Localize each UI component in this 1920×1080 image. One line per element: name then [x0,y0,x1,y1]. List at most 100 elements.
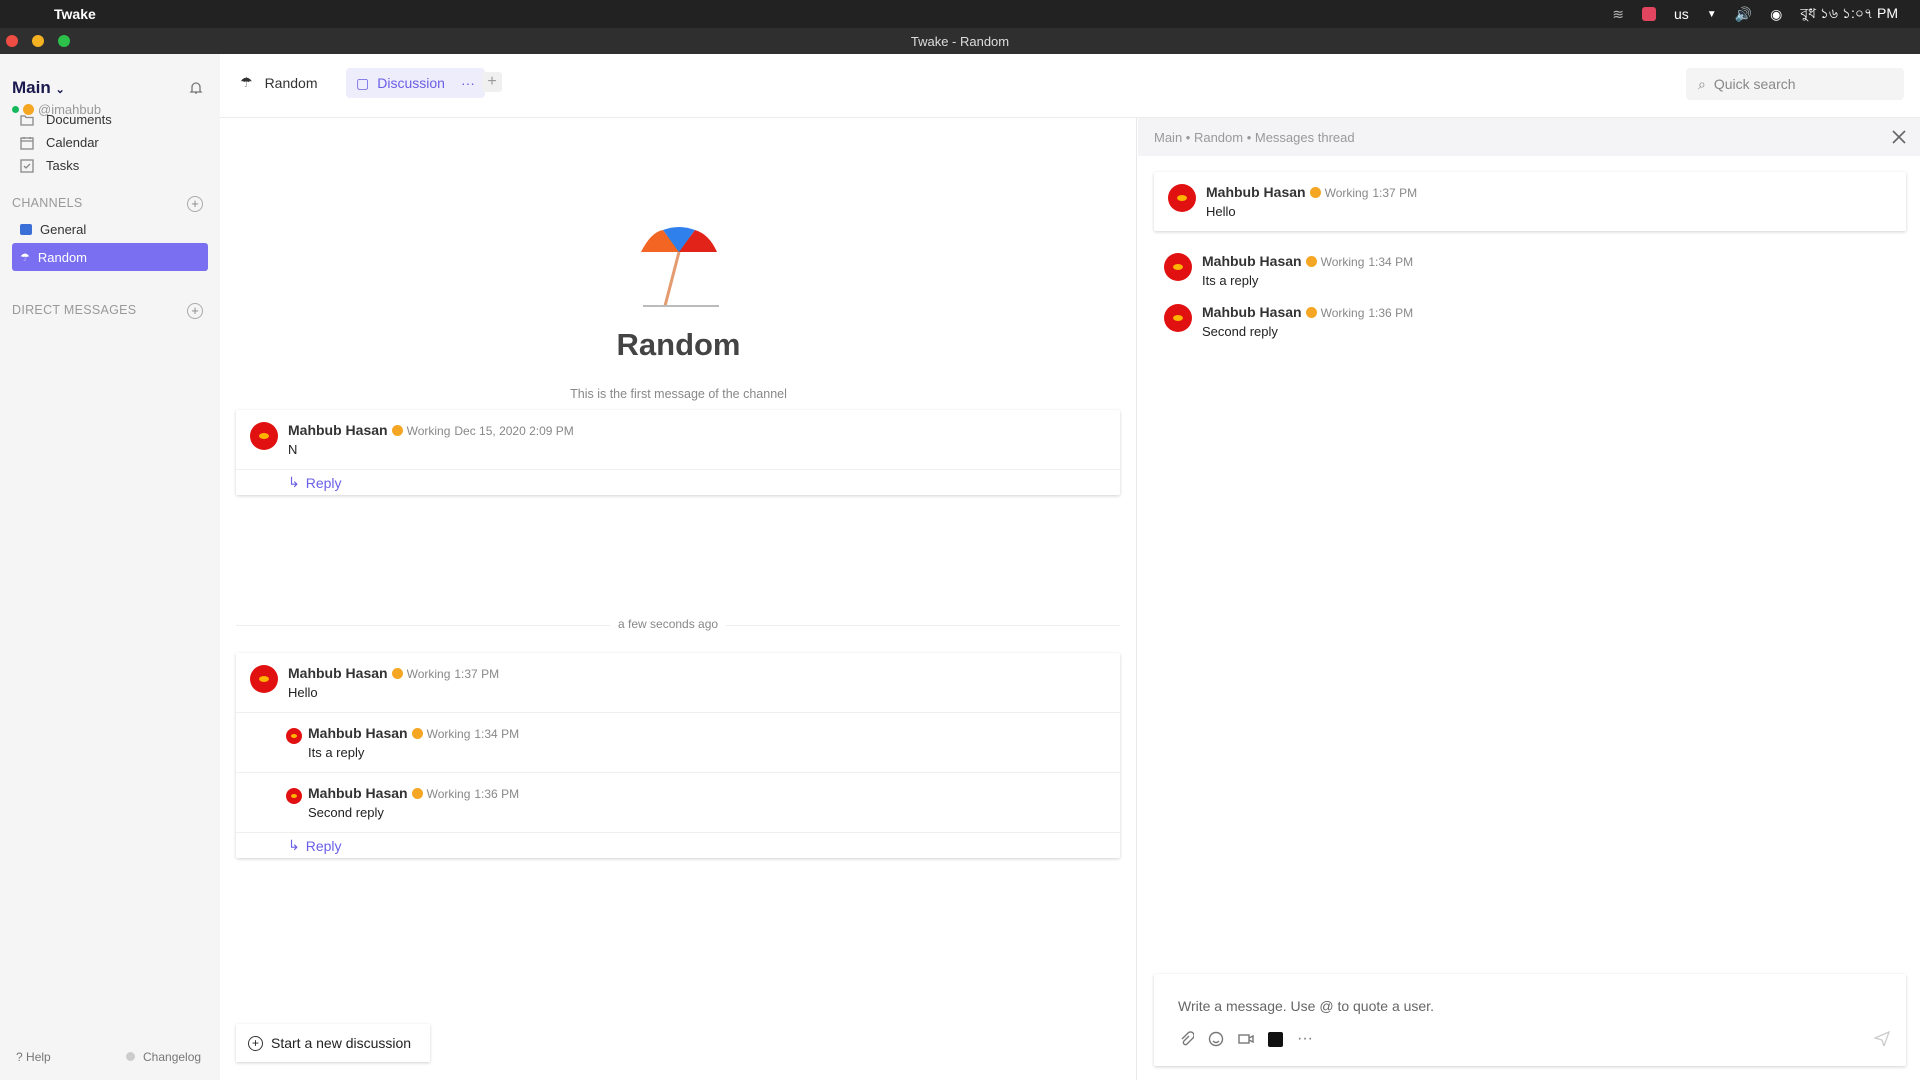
author-status: Working [426,787,471,801]
attachment-icon[interactable] [1178,1031,1194,1047]
avatar[interactable] [250,422,278,450]
tab-label: Discussion [377,75,445,91]
sidebar-item-documents[interactable]: Documents [20,112,112,127]
system-tray-icon[interactable]: ≋ [1612,6,1624,23]
author-status: Working [1324,186,1369,200]
sidebar-item-general[interactable]: General [12,215,208,243]
emoji-status-icon [411,728,423,739]
avatar[interactable] [1164,253,1192,281]
start-new-discussion-button[interactable]: + Start a new discussion [236,1024,430,1062]
channel-name: Random [264,74,318,91]
author-status: Working [1320,255,1365,269]
message-composer[interactable]: Write a message. Use @ to quote a user. … [1154,974,1906,1066]
changelog-link[interactable]: Changelog [126,1050,201,1064]
reply-message[interactable]: Mahbub Hasan Working 1:36 PM Second reply [236,772,1120,832]
thread-reply[interactable]: Mahbub Hasan Working 1:36 PM Second reply [1138,296,1920,347]
avatar[interactable] [250,665,278,693]
channel-title[interactable]: ☂ Random [240,74,317,91]
channel-label: General [40,221,87,237]
send-icon[interactable] [1874,1030,1890,1046]
reply-button[interactable]: ↳ Reply [236,469,1120,495]
folder-icon [20,114,34,126]
online-dot [12,106,19,113]
app-icon[interactable] [1268,1031,1283,1047]
thread-reply[interactable]: Mahbub Hasan Working 1:34 PM Its a reply [1138,245,1920,296]
chevron-down-icon: ⌄ [55,84,65,96]
author-name[interactable]: Mahbub Hasan [288,422,388,438]
thread-root-message[interactable]: Mahbub Hasan Working 1:37 PM Hello [1154,172,1906,231]
add-tab-button[interactable]: + [482,72,502,92]
window-titlebar: Twake - Random [0,28,1920,54]
add-direct-message-button[interactable]: + [187,303,203,319]
message-time: 1:34 PM [474,727,520,741]
avatar[interactable] [286,728,302,744]
minimize-window-button[interactable] [32,35,44,47]
emoji-icon[interactable] [1208,1031,1224,1047]
window-title: Twake - Random [910,33,1010,49]
close-window-button[interactable] [6,35,18,47]
author-name[interactable]: Mahbub Hasan [1206,184,1306,200]
author-status: Working [406,424,451,438]
sidebar-item-calendar[interactable]: Calendar [20,135,99,150]
author-name[interactable]: Mahbub Hasan [1202,253,1302,269]
plus-circle-icon: + [248,1035,263,1051]
avatar[interactable] [1168,184,1196,212]
author-name[interactable]: Mahbub Hasan [288,665,388,681]
more-icon[interactable]: ··· [461,75,475,91]
reply-label: Reply [305,474,342,491]
reply-button[interactable]: ↳ Reply [236,832,1120,858]
message-time: 1:37 PM [454,667,500,681]
video-icon[interactable] [1238,1031,1254,1047]
circle-icon [126,1052,135,1061]
avatar[interactable] [286,788,302,804]
emoji-status-icon [411,788,423,799]
changelog-label: Changelog [143,1050,202,1064]
quick-search-input[interactable]: ⌕ Quick search [1686,68,1904,100]
author-name[interactable]: Mahbub Hasan [308,725,408,741]
channel-label: Random [37,249,88,265]
more-icon[interactable]: ··· [1297,1030,1313,1048]
channel-main: ☂ Random ▢ Discussion ··· + ⌕ Quick search R… [220,54,1920,1080]
mailbox-icon [20,223,32,235]
maximize-window-button[interactable] [58,35,70,47]
workspace-selector[interactable]: Main ⌄ [12,78,65,98]
emoji-status-icon [1305,307,1317,318]
clock[interactable]: বুধ ১৬ ১:০৭ PM [1800,2,1898,26]
intro-title: Random [616,327,741,362]
volume-icon[interactable]: 🔊 [1735,6,1752,23]
message-time: Dec 15, 2020 2:09 PM [454,424,574,438]
message-text: Second reply [1202,324,1278,339]
search-placeholder: Quick search [1713,76,1796,92]
message-time: 1:36 PM [474,787,520,801]
tab-discussion[interactable]: ▢ Discussion ··· [346,68,485,98]
calendar-icon [20,136,34,150]
chat-icon: ▢ [356,74,370,91]
author-name[interactable]: Mahbub Hasan [1202,304,1302,320]
notification-app-icon[interactable] [1641,7,1656,21]
add-channel-button[interactable]: + [187,196,203,212]
search-icon: ⌕ [1698,75,1706,92]
wifi-icon[interactable]: ◉ [1770,6,1782,23]
keyboard-layout[interactable]: us [1674,6,1689,22]
sidebar-item-tasks[interactable]: Tasks [20,158,79,173]
sidebar-item-random[interactable]: ☂ Random [12,243,208,271]
avatar[interactable] [1164,304,1192,332]
composer-placeholder: Write a message. Use @ to quote a user. [1178,998,1434,1014]
message[interactable]: Mahbub Hasan Working Dec 15, 2020 2:09 PM … [236,410,1120,469]
reply-message[interactable]: Mahbub Hasan Working 1:34 PM Its a reply [236,712,1120,772]
app-menu-name[interactable]: Twake [54,6,96,22]
close-icon[interactable] [1890,128,1908,146]
breadcrumb-text: Main • Random • Messages thread [1154,129,1355,145]
message-text: Its a reply [308,745,365,760]
chevron-down-icon[interactable]: ▼ [1707,9,1717,20]
workspace-name: Main [12,78,51,97]
message-text: Hello [288,685,318,700]
author-name[interactable]: Mahbub Hasan [308,785,408,801]
bell-icon[interactable] [188,80,204,96]
help-link[interactable]: ? Help [16,1050,51,1064]
thread-panel: Main • Random • Messages thread Mahbub H… [1138,118,1920,1080]
message[interactable]: Mahbub Hasan Working 1:37 PM Hello [236,653,1120,712]
composer-toolbar: ··· [1178,1030,1313,1048]
message-time: 1:34 PM [1368,255,1414,269]
new-discussion-label: Start a new discussion [271,1035,412,1051]
